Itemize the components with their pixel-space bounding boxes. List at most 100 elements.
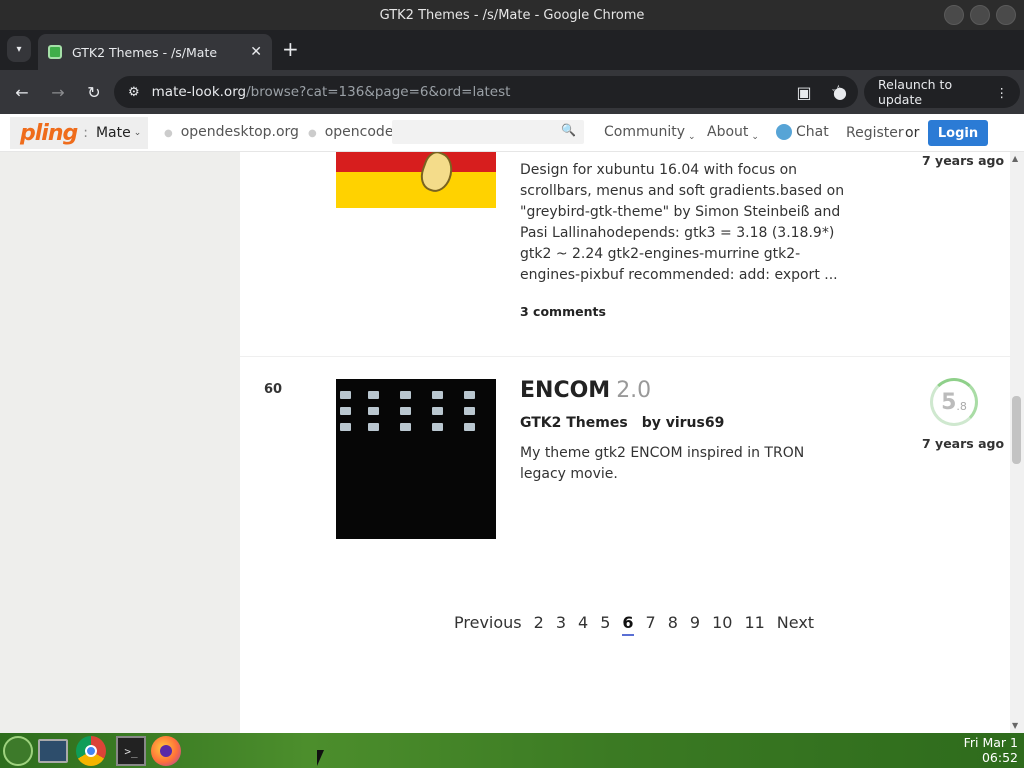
scroll-up-icon[interactable]: ▲ [1012, 154, 1018, 163]
back-icon[interactable]: ← [10, 80, 34, 104]
chat-icon [776, 124, 792, 140]
product-title: ENCOM [520, 378, 611, 403]
tab-title: GTK2 Themes - /s/Mate [72, 44, 218, 60]
new-tab-button[interactable]: + [282, 39, 299, 59]
pagination-page[interactable]: 10 [712, 613, 732, 636]
pagination-page[interactable]: 4 [578, 613, 588, 636]
url-path: /browse?cat=136&page=6&ord=latest [246, 84, 511, 100]
product-age: 7 years ago [922, 153, 1005, 168]
pagination-previous[interactable]: Previous [454, 613, 522, 636]
about-menu[interactable]: About ⌄ [707, 124, 759, 142]
close-window-button[interactable] [996, 5, 1016, 25]
rating-score: 5 [941, 389, 957, 415]
site-info-icon[interactable]: ⚙ [128, 85, 140, 100]
chevron-down-icon: ⌄ [688, 132, 696, 142]
desktop-icon [464, 423, 475, 431]
chrome-launcher-icon[interactable] [76, 736, 106, 766]
comments-link[interactable]: 3 comments [520, 304, 606, 319]
chevron-down-icon: ▾ [16, 43, 22, 55]
author-link[interactable]: by virus69 [642, 415, 725, 431]
clock-date: Fri Mar 1 [963, 735, 1018, 750]
site-search-input[interactable]: 🔍 [392, 120, 584, 144]
window-controls [944, 5, 1016, 25]
tab-search-button[interactable]: ▾ [7, 36, 31, 62]
community-menu[interactable]: Community ⌄ [604, 124, 696, 142]
forward-icon[interactable]: → [46, 80, 70, 104]
scroll-down-icon[interactable]: ▼ [1012, 721, 1018, 730]
store-name[interactable]: Mate [96, 125, 131, 141]
pagination-page[interactable]: 7 [646, 613, 656, 636]
window-title: GTK2 Themes - /s/Mate - Google Chrome [379, 7, 645, 23]
desktop-icon [400, 391, 411, 399]
opencode-link[interactable]: ● opencode.i [308, 124, 402, 140]
desktop-icon [368, 423, 379, 431]
maximize-button[interactable] [970, 5, 990, 25]
reload-icon[interactable]: ↻ [82, 80, 106, 104]
chrome-center [85, 745, 97, 757]
register-link[interactable]: Register [846, 125, 904, 141]
desktop-icon [432, 423, 443, 431]
pagination-page[interactable]: 11 [744, 613, 764, 636]
or-text: or [905, 125, 920, 141]
rating-decimal: .8 [956, 399, 967, 413]
desktop-icon [432, 391, 443, 399]
chevron-down-icon: ⌄ [133, 128, 142, 138]
about-label: About [707, 124, 749, 140]
pagination-current-page[interactable]: 6 [622, 613, 634, 636]
taskbar: >_ Fri Mar 1 06:52 [0, 733, 1024, 768]
url-host: mate-look.org [151, 84, 247, 100]
pagination-page[interactable]: 2 [534, 613, 544, 636]
terminal-launcher-icon[interactable]: >_ [116, 736, 146, 766]
page-content: Design for xubuntu 16.04 with focus on s… [0, 152, 1024, 733]
product-title-link[interactable]: ENCOM 2.0 [520, 378, 651, 403]
desktop-icon [368, 407, 379, 415]
chat-link[interactable]: Chat [776, 124, 829, 140]
pagination-page[interactable]: 8 [668, 613, 678, 636]
side-panel-icon[interactable]: ▣ [792, 80, 816, 104]
left-sidebar [0, 152, 240, 733]
product-description: Design for xubuntu 16.04 with focus on s… [520, 162, 845, 283]
product-meta: GTK2 Themes by virus69 [520, 415, 724, 431]
scrollbar-thumb[interactable] [1012, 396, 1021, 464]
desktop-icon [464, 407, 475, 415]
divider [240, 356, 1010, 357]
search-icon[interactable]: 🔍 [561, 123, 576, 137]
desktop-icon [432, 407, 443, 415]
close-tab-icon[interactable]: ✕ [250, 44, 262, 60]
opendesktop-label: opendesktop.org [180, 124, 299, 140]
opendesktop-link[interactable]: ● opendesktop.org [164, 124, 299, 140]
tab-strip: ▾ GTK2 Themes - /s/Mate ✕ + [0, 30, 1024, 70]
tab-gtk2-themes[interactable]: GTK2 Themes - /s/Mate ✕ [38, 34, 272, 70]
pagination-next[interactable]: Next [777, 613, 814, 636]
category-link[interactable]: GTK2 Themes [520, 415, 628, 431]
site-navbar: pling : Mate ⌄ ● opendesktop.org ● opencode… [0, 114, 1024, 152]
relaunch-label: Relaunch to update [878, 77, 953, 107]
firefox-launcher-icon[interactable] [151, 736, 181, 766]
bullet-icon: ● [164, 128, 173, 139]
clock-time: 06:52 [981, 750, 1018, 765]
community-label: Community [604, 124, 686, 140]
product-thumbnail[interactable] [336, 379, 496, 539]
pagination-page[interactable]: 5 [600, 613, 610, 636]
opencode-label: opencode.i [324, 124, 402, 140]
menu-dots-icon[interactable]: ⋮ [996, 85, 1009, 100]
store-switcher[interactable]: pling : Mate ⌄ [10, 117, 148, 149]
relaunch-button[interactable]: Relaunch to update ⋮ [864, 76, 1020, 108]
product-description: My theme gtk2 ENCOM inspired in TRON leg… [520, 445, 805, 482]
firefox-center [160, 745, 172, 757]
desktop-icon [340, 423, 351, 431]
start-menu-icon[interactable] [3, 736, 33, 766]
pling-logo[interactable]: pling [20, 121, 78, 146]
minimize-button[interactable] [944, 5, 964, 25]
login-button[interactable]: Login [928, 120, 988, 146]
show-desktop-button[interactable] [38, 736, 68, 766]
pagination-page[interactable]: 9 [690, 613, 700, 636]
clock[interactable]: Fri Mar 1 06:52 [964, 735, 1018, 765]
address-bar[interactable]: ⚙ mate-look.org/browse?cat=136&page=6&or… [114, 76, 858, 108]
product-rank: 60 [264, 382, 283, 397]
profile-icon[interactable]: ● [828, 80, 852, 104]
mouse-cursor-icon [317, 750, 324, 766]
browser-toolbar: ← → ↻ ⚙ mate-look.org/browse?cat=136&pag… [0, 70, 1024, 114]
product-thumbnail[interactable] [336, 152, 496, 208]
pagination-page[interactable]: 3 [556, 613, 566, 636]
